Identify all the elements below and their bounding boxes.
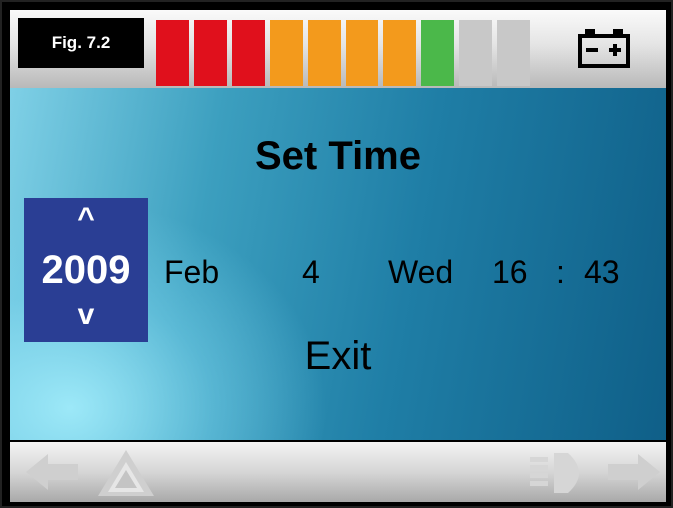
battery-segment: [193, 20, 227, 86]
headlight-icon[interactable]: [528, 450, 594, 496]
year-down-arrow[interactable]: v: [24, 298, 148, 332]
right-arrow-icon[interactable]: [606, 452, 662, 492]
year-up-arrow[interactable]: ^: [24, 202, 148, 236]
battery-segment: [421, 20, 455, 86]
figure-label: Fig. 7.2: [18, 18, 144, 68]
time-separator: :: [556, 254, 565, 290]
month-field[interactable]: Feb: [164, 254, 219, 291]
battery-segment: [383, 20, 417, 86]
battery-segment: [307, 20, 341, 86]
battery-segment: [459, 20, 493, 86]
status-bar: Fig. 7.2: [10, 10, 666, 88]
weekday-field[interactable]: Wed: [388, 254, 453, 291]
year-selector[interactable]: ^ 2009 v: [24, 198, 148, 342]
battery-segment: [156, 20, 189, 86]
battery-icon: [578, 29, 630, 68]
device-display: Fig. 7.2 Set Time ^ 2009 v Feb 4 Wed 16 …: [0, 0, 673, 508]
battery-level-bar: [156, 20, 531, 86]
minute-field[interactable]: 43: [584, 254, 620, 291]
battery-segment: [497, 20, 531, 86]
exit-button[interactable]: Exit: [10, 334, 666, 379]
hazard-icon[interactable]: [96, 448, 156, 498]
year-value: 2009: [41, 248, 131, 292]
day-field[interactable]: 4: [302, 254, 320, 291]
battery-segment: [345, 20, 379, 86]
set-time-screen: Set Time ^ 2009 v Feb 4 Wed 16 : 43 Exit: [10, 88, 666, 440]
left-arrow-icon[interactable]: [24, 452, 80, 492]
battery-segment: [231, 20, 265, 86]
battery-segment: [269, 20, 303, 86]
page-title: Set Time: [255, 134, 421, 178]
hour-field[interactable]: 16: [492, 254, 528, 291]
bottom-bar: [10, 442, 666, 502]
